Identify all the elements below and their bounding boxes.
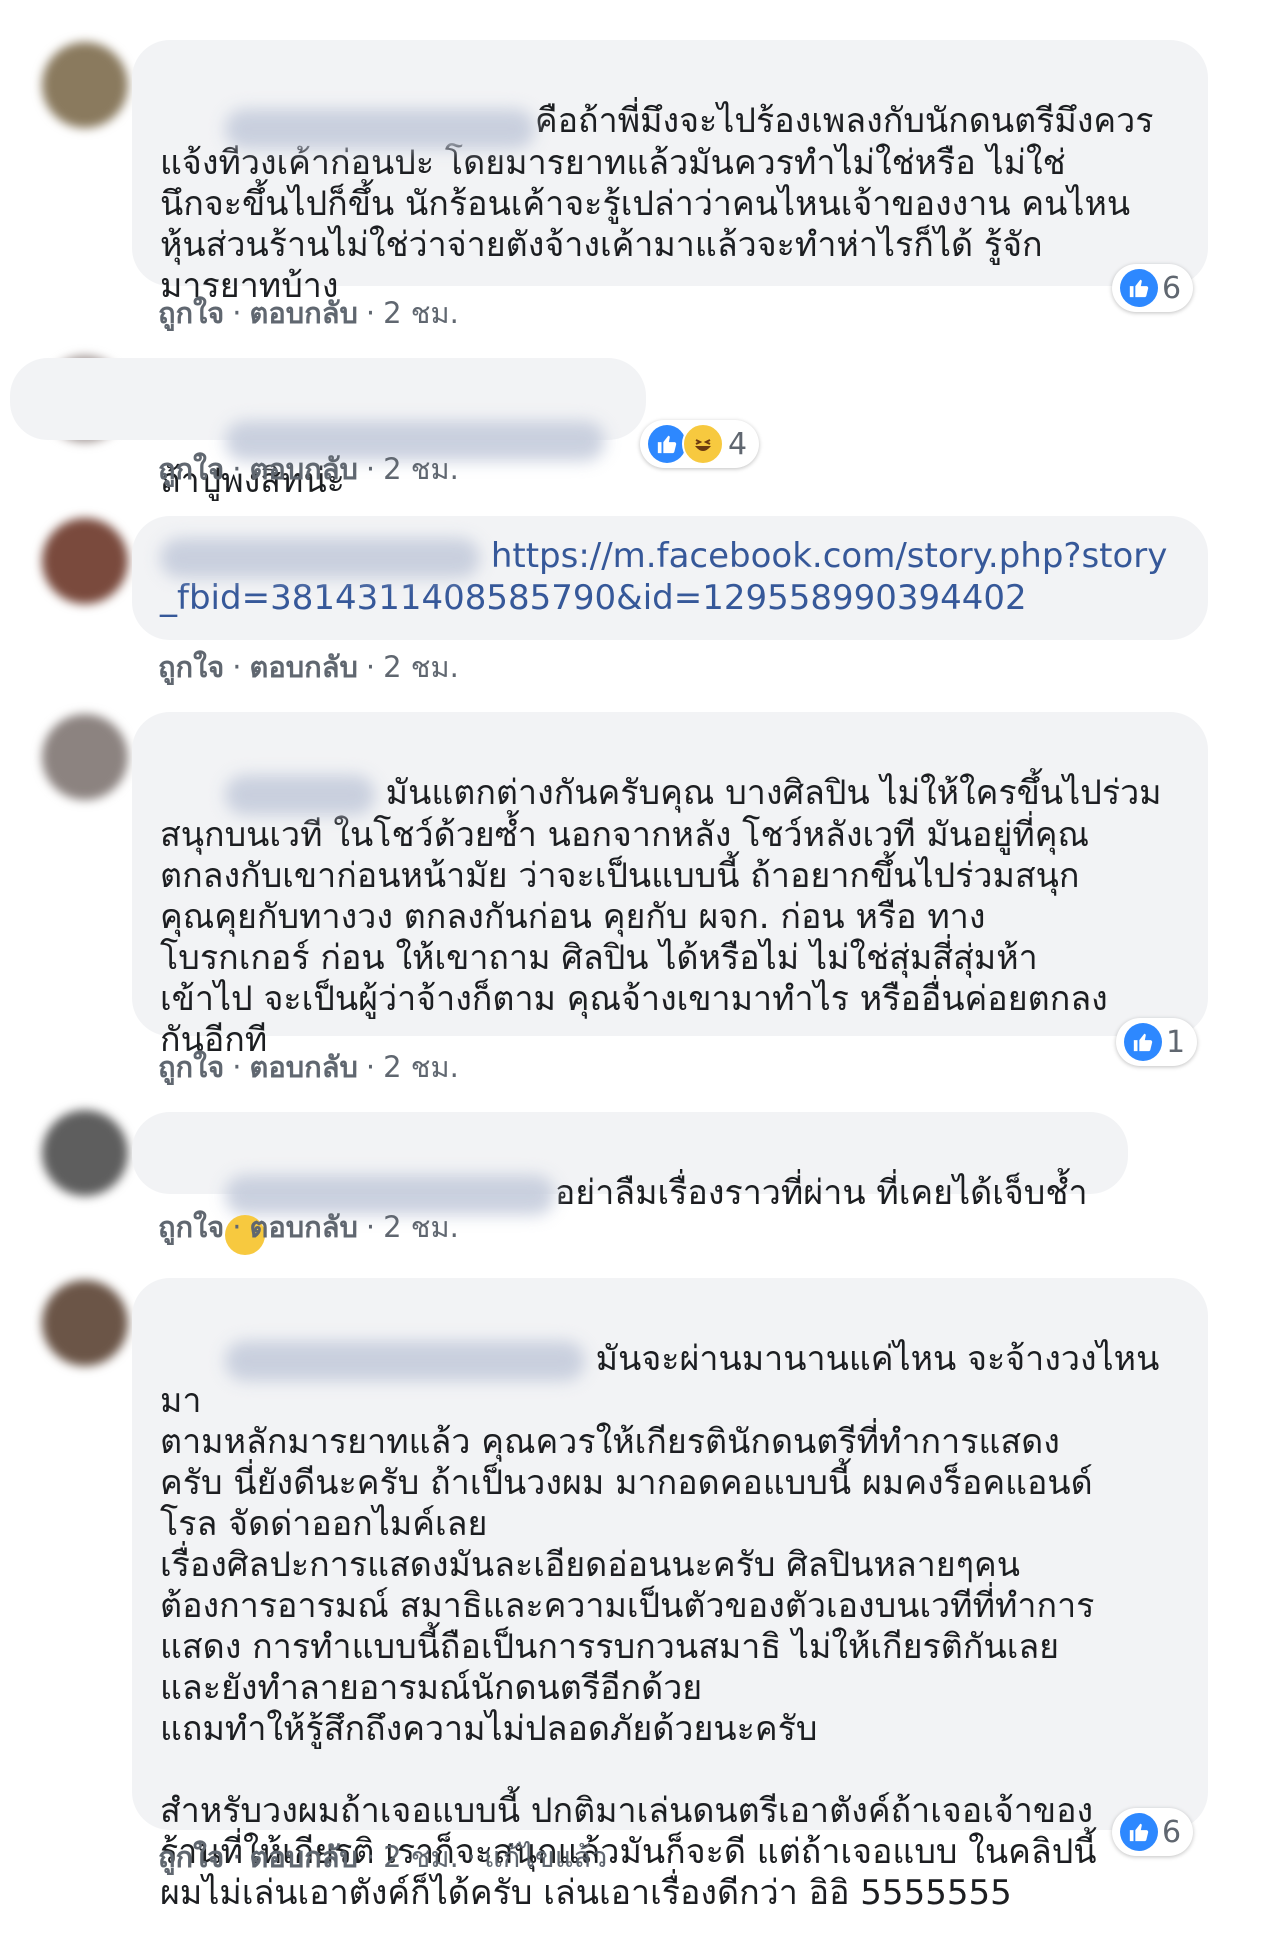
comment-actions: ถูกใจ · ตอบกลับ · 2 ชม. bbox=[158, 1050, 459, 1084]
avatar[interactable] bbox=[42, 714, 128, 800]
author-name[interactable] bbox=[224, 108, 535, 149]
comment-actions: ถูกใจ · ตอบกลับ · 2 ชม. bbox=[158, 1210, 459, 1244]
author-name[interactable] bbox=[160, 537, 480, 578]
like-icon bbox=[648, 425, 686, 463]
edited-label[interactable]: แก้ไขแล้ว bbox=[484, 1840, 607, 1874]
timestamp[interactable]: 2 ชม. bbox=[383, 1840, 459, 1874]
haha-icon bbox=[682, 423, 724, 465]
comment-bubble: ถ้าปูพงสิทน่ะ bbox=[10, 358, 646, 501]
comment-bubble: คือถ้าพี่มึงจะไปร้องเพลงกับนักดนตรีมึงคว… bbox=[132, 40, 1208, 306]
comment-bubble: มันจะผ่านมานานแค่ไหน จะจ้างวงไหนมา ตามหล… bbox=[132, 1278, 1208, 1913]
reply-button[interactable]: ตอบกลับ bbox=[250, 1210, 358, 1244]
timestamp[interactable]: 2 ชม. bbox=[383, 650, 459, 684]
like-button[interactable]: ถูกใจ bbox=[158, 650, 224, 684]
reply-button[interactable]: ตอบกลับ bbox=[250, 1840, 358, 1874]
like-button[interactable]: ถูกใจ bbox=[158, 1210, 224, 1244]
like-icon bbox=[1120, 1813, 1158, 1851]
reaction-summary[interactable]: 6 bbox=[1112, 264, 1194, 312]
reaction-summary[interactable]: 1 bbox=[1116, 1018, 1198, 1066]
reaction-count: 6 bbox=[1162, 1814, 1182, 1850]
comment-actions: ถูกใจ · ตอบกลับ · 2 ชม. · แก้ไขแล้ว bbox=[158, 1840, 608, 1874]
reaction-summary[interactable]: 4 bbox=[640, 420, 760, 468]
comment-bubble: มันแตกต่างกันครับคุณ บางศิลปิน ไม่ให้ใคร… bbox=[132, 712, 1208, 1060]
reaction-count: 4 bbox=[728, 426, 748, 462]
timestamp[interactable]: 2 ชม. bbox=[383, 296, 459, 330]
reaction-summary[interactable]: 6 bbox=[1112, 1808, 1194, 1856]
reply-button[interactable]: ตอบกลับ bbox=[250, 296, 358, 330]
reply-button[interactable]: ตอบกลับ bbox=[250, 650, 358, 684]
timestamp[interactable]: 2 ชม. bbox=[383, 1210, 459, 1244]
timestamp[interactable]: 2 ชม. bbox=[383, 452, 459, 486]
reply-button[interactable]: ตอบกลับ bbox=[250, 452, 358, 486]
like-button[interactable]: ถูกใจ bbox=[158, 296, 224, 330]
comment-actions: ถูกใจ · ตอบกลับ · 2 ชม. bbox=[158, 452, 459, 486]
reply-button[interactable]: ตอบกลับ bbox=[250, 1050, 358, 1084]
like-icon bbox=[1124, 1023, 1162, 1061]
comment-actions: ถูกใจ · ตอบกลับ · 2 ชม. bbox=[158, 650, 459, 684]
like-icon bbox=[1120, 269, 1158, 307]
comment-actions: ถูกใจ · ตอบกลับ · 2 ชม. bbox=[158, 296, 459, 330]
comment-bubble: อย่าลืมเรื่องราวที่ผ่าน ที่เคยได้เจ็บช้ำ bbox=[132, 1112, 1128, 1327]
like-button[interactable]: ถูกใจ bbox=[158, 452, 224, 486]
like-button[interactable]: ถูกใจ bbox=[158, 1840, 224, 1874]
timestamp[interactable]: 2 ชม. bbox=[383, 1050, 459, 1084]
avatar[interactable] bbox=[42, 518, 128, 604]
avatar[interactable] bbox=[42, 1110, 128, 1196]
avatar[interactable] bbox=[42, 42, 128, 128]
avatar[interactable] bbox=[42, 1280, 128, 1366]
comment-bubble: https://m.facebook.com/story.php?story_f… bbox=[132, 516, 1208, 640]
reaction-count: 6 bbox=[1162, 270, 1182, 306]
like-button[interactable]: ถูกใจ bbox=[158, 1050, 224, 1084]
author-name[interactable] bbox=[224, 774, 375, 815]
reaction-count: 1 bbox=[1166, 1024, 1186, 1060]
comment-link[interactable]: https://m.facebook.com/story.php?story_f… bbox=[160, 536, 1178, 619]
author-name[interactable] bbox=[224, 1340, 585, 1381]
